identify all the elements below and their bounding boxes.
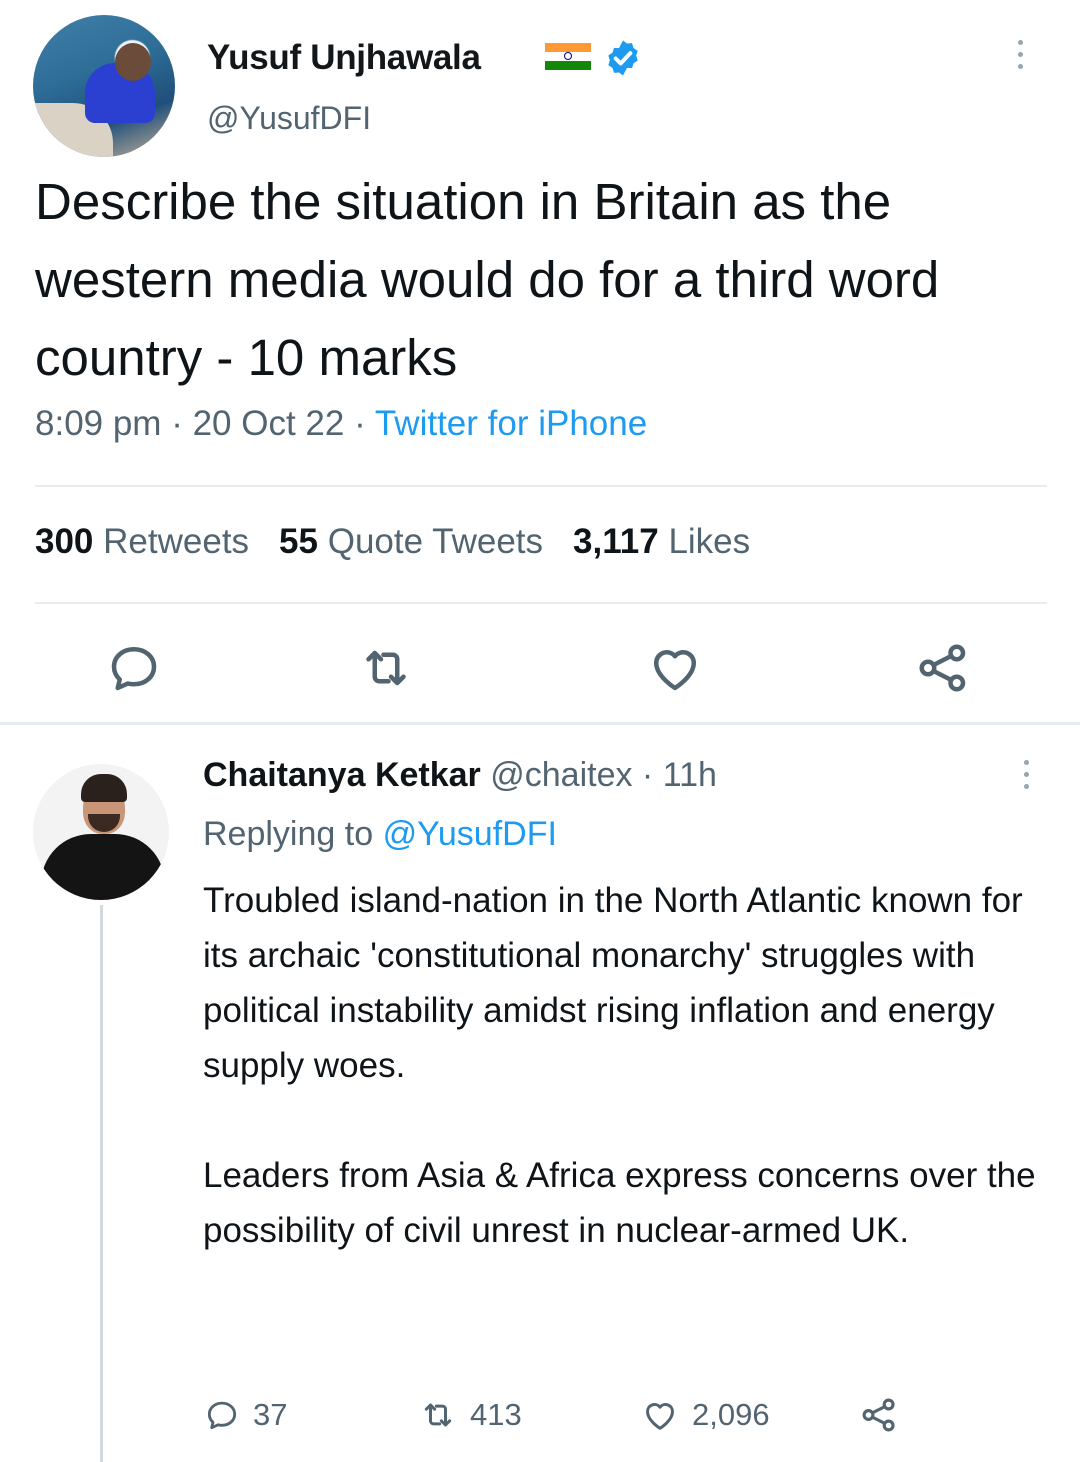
- reply-icon[interactable]: [104, 638, 164, 698]
- replying-to-mention[interactable]: @YusufDFI: [383, 815, 557, 853]
- tweet-meta: 8:09 pm · 20 Oct 22 · Twitter for iPhone: [35, 404, 647, 444]
- reply-author-handle[interactable]: @chaitex: [490, 756, 632, 794]
- quote-tweets-label: Quote Tweets: [327, 522, 544, 561]
- tweet-text: Describe the situation in Britain as the…: [35, 173, 940, 386]
- share-icon: [862, 1398, 895, 1432]
- more-options-icon[interactable]: [1013, 40, 1027, 80]
- reply-age: 11h: [662, 756, 717, 794]
- meta-separator: ·: [632, 756, 663, 794]
- author-handle[interactable]: @YusufDFI: [207, 100, 371, 137]
- verified-badge-icon: [608, 40, 638, 76]
- like-icon: [646, 1403, 674, 1430]
- reply-count: 37: [253, 1397, 288, 1432]
- more-options-icon[interactable]: [1019, 760, 1033, 800]
- reply-count-button[interactable]: 37: [203, 1390, 287, 1440]
- quote-tweets-count: 55: [279, 522, 318, 561]
- meta-separator: ·: [171, 404, 193, 443]
- reply-author-avatar[interactable]: [33, 764, 169, 900]
- likes-stat[interactable]: 3,117 Likes: [573, 522, 750, 561]
- replying-prefix: Replying to: [203, 815, 374, 853]
- retweet-icon[interactable]: [356, 638, 416, 698]
- tweet-time: 8:09 pm: [35, 404, 162, 443]
- divider: [35, 485, 1047, 487]
- likes-count: 3,117: [573, 522, 659, 561]
- likes-label: Likes: [668, 522, 751, 561]
- india-flag-icon: [545, 43, 591, 71]
- replying-to: Replying to @YusufDFI: [203, 815, 557, 854]
- reply-icon: [207, 1401, 237, 1430]
- like-count-button[interactable]: 2,096: [640, 1390, 770, 1440]
- like-count: 2,096: [692, 1397, 770, 1432]
- share-button[interactable]: [858, 1390, 912, 1440]
- quote-tweets-stat[interactable]: 55 Quote Tweets: [279, 522, 543, 561]
- reply-author-name[interactable]: Chaitanya Ketkar: [203, 756, 481, 794]
- like-icon[interactable]: [645, 638, 705, 698]
- retweet-icon: [424, 1403, 452, 1427]
- reply-paragraph: Leaders from Asia & Africa express conce…: [203, 1156, 1036, 1250]
- retweets-label: Retweets: [103, 522, 250, 561]
- retweets-count: 300: [35, 522, 94, 561]
- tweet-stats: 300 Retweets 55 Quote Tweets 3,117 Likes: [35, 522, 750, 562]
- author-name[interactable]: Yusuf Unjhawala: [207, 38, 481, 78]
- meta-separator: ·: [354, 404, 375, 443]
- tweet-date: 20 Oct 22: [192, 404, 345, 443]
- divider: [0, 722, 1080, 725]
- author-avatar[interactable]: [33, 15, 175, 157]
- reply-text: Troubled island-nation in the North Atla…: [203, 873, 1063, 1258]
- tweet-source-link[interactable]: Twitter for iPhone: [375, 404, 647, 443]
- retweet-count-button[interactable]: 413: [418, 1390, 522, 1440]
- share-icon[interactable]: [913, 638, 973, 698]
- reply-header: Chaitanya Ketkar @chaitex · 11h: [203, 756, 717, 795]
- divider: [35, 602, 1047, 604]
- thread-line: [100, 905, 103, 1462]
- retweet-count: 413: [470, 1397, 522, 1432]
- reply-paragraph: Troubled island-nation in the North Atla…: [203, 881, 1023, 1085]
- retweets-stat[interactable]: 300 Retweets: [35, 522, 249, 561]
